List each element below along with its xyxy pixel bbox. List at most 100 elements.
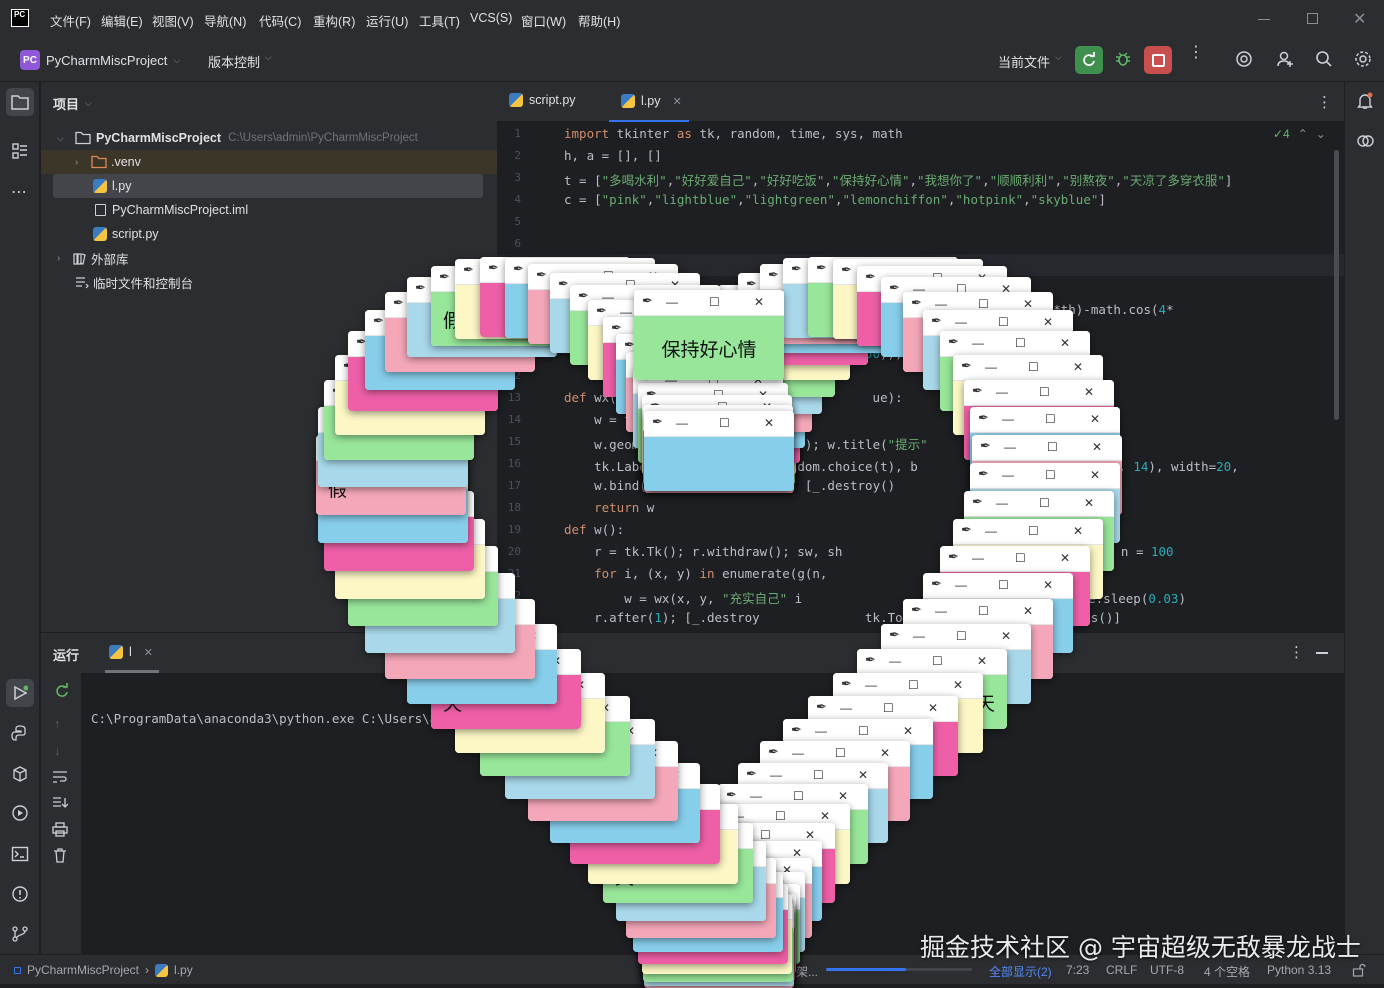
- inspection-widget[interactable]: ✓4 ⌃ ⌄: [1273, 127, 1326, 141]
- menu-item-0[interactable]: 文件(F): [50, 11, 91, 30]
- code-line[interactable]: w = tk.: [564, 412, 647, 427]
- menu-item-9[interactable]: 窗口(W): [521, 11, 566, 30]
- close-window-button[interactable]: ✕: [1353, 9, 1366, 29]
- minimize-panel-icon[interactable]: [1316, 652, 1328, 654]
- git-icon[interactable]: [11, 925, 29, 943]
- trash-icon[interactable]: [52, 848, 68, 863]
- popup-close-icon[interactable]: ✕: [754, 295, 764, 309]
- editor-scrollbar[interactable]: [1334, 150, 1339, 420]
- problems-icon[interactable]: [11, 885, 29, 903]
- code-line[interactable]: h, a = [], []: [564, 148, 662, 163]
- stop-button[interactable]: [1144, 46, 1172, 74]
- code-line[interactable]: r = tk.Tk(); r.withdraw(); sw, sh .winfo…: [564, 544, 1173, 559]
- tree-item-iml[interactable]: PyCharmMiscProject.iml: [41, 198, 497, 222]
- breadcrumb-project[interactable]: PyCharmMiscProject: [27, 963, 139, 977]
- line-number: 1: [514, 127, 521, 140]
- inspection-count: ✓4: [1273, 127, 1290, 141]
- show-all-tasks-link[interactable]: 全部显示(2): [989, 963, 1052, 980]
- python-packages-icon[interactable]: [11, 765, 29, 783]
- notifications-icon[interactable]: [1356, 92, 1374, 110]
- code-line[interactable]: def wx(x, y ue):: [564, 390, 903, 405]
- folder-icon: [91, 155, 107, 169]
- tab-script-py[interactable]: script.py: [509, 93, 576, 107]
- code-line[interactable]: def w():: [564, 522, 624, 537]
- more-actions-icon[interactable]: ⋮: [1188, 45, 1204, 61]
- minimize-button[interactable]: [1258, 19, 1270, 20]
- popup-window-front[interactable]: ✒ — ☐ ✕ 保持好心情: [634, 290, 784, 380]
- file-encoding[interactable]: UTF-8: [1150, 963, 1184, 977]
- tree-item-venv[interactable]: › .venv: [41, 150, 497, 174]
- scroll-down-icon[interactable]: ↓: [54, 743, 61, 758]
- line-number: 6: [514, 237, 521, 250]
- line-separator[interactable]: CRLF: [1106, 963, 1137, 977]
- code-line[interactable]: tk.Label(w, text=tip or random.choice(t)…: [564, 456, 1239, 475]
- terminal-icon[interactable]: [11, 845, 29, 863]
- ai-chat-icon[interactable]: [1356, 132, 1374, 150]
- project-selector[interactable]: PC PyCharmMiscProject ⌵: [20, 49, 180, 71]
- indent-setting[interactable]: 4 个空格: [1204, 963, 1250, 980]
- print-icon[interactable]: [52, 822, 68, 837]
- tree-item-l-py[interactable]: l.py: [53, 174, 483, 198]
- code-line[interactable]: return w: [564, 500, 654, 515]
- structure-tool-icon[interactable]: [11, 142, 29, 160]
- code-line[interactable]: w.bind('<space>', lambda e: [_.destroy()…: [564, 478, 1061, 493]
- lock-icon[interactable]: [1352, 963, 1366, 977]
- code-line[interactable]: w = wx(x, y, "充实自己" i nd(w); r.update();…: [564, 588, 1186, 607]
- close-tab-icon[interactable]: ✕: [672, 95, 681, 108]
- run-more-icon[interactable]: ⋮: [1289, 643, 1304, 661]
- tab-l-py[interactable]: l.py ✕: [609, 82, 689, 122]
- code-line[interactable]: for i, (x, y) in enumerate(g(n,: [564, 566, 827, 581]
- rerun-icon[interactable]: [54, 683, 70, 699]
- tree-item-root[interactable]: ⌵ PyCharmMiscProject C:\Users\admin\PyCh…: [41, 126, 497, 150]
- code-line[interactable]: r.after(1); [_.destroy tk.Toplevel) and …: [564, 610, 1121, 625]
- code-line[interactable]: return: [564, 368, 639, 383]
- code-line[interactable]: c = ["pink","lightblue","lightgreen","le…: [564, 192, 1106, 207]
- menu-item-10[interactable]: 帮助(H): [578, 11, 620, 30]
- breadcrumb-file[interactable]: l.py: [174, 963, 193, 977]
- run-tab[interactable]: l ✕: [105, 633, 159, 673]
- soft-wrap-icon[interactable]: [52, 770, 68, 784]
- python-console-icon[interactable]: [11, 724, 29, 742]
- popup-minimize-icon[interactable]: —: [666, 295, 678, 309]
- scroll-to-end-icon[interactable]: [52, 796, 68, 810]
- menu-item-5[interactable]: 重构(R): [313, 11, 355, 30]
- maximize-button[interactable]: [1307, 13, 1318, 24]
- tree-item-scratches[interactable]: 临时文件和控制台: [41, 270, 497, 294]
- caret-position[interactable]: 7:23: [1066, 963, 1089, 977]
- tree-item-external-libs[interactable]: › 外部库: [41, 246, 497, 270]
- menu-item-2[interactable]: 视图(V): [152, 11, 194, 30]
- tree-item-script-py[interactable]: script.py: [41, 222, 497, 246]
- debug-icon[interactable]: [1114, 50, 1132, 68]
- menu-item-1[interactable]: 编辑(E): [101, 11, 143, 30]
- run-tool-button[interactable]: [6, 679, 34, 707]
- vcs-menu[interactable]: 版本控制 ⌵: [208, 52, 272, 71]
- background-task-label[interactable]: 正在清理框架...: [736, 963, 818, 980]
- run-config-selector[interactable]: 当前文件 ⌵: [998, 52, 1062, 71]
- run-console[interactable]: C:\ProgramData\anaconda3\python.exe C:\U…: [81, 673, 1344, 955]
- code-line[interactable]: t = ["多喝水利","好好爱自己","好好吃饭","保持好心情","我想你了…: [564, 170, 1232, 189]
- add-user-icon[interactable]: [1276, 50, 1294, 68]
- python-interpreter[interactable]: Python 3.13: [1267, 963, 1331, 977]
- editor-more-icon[interactable]: ⋮: [1317, 93, 1332, 111]
- more-tools-icon[interactable]: ⋯: [11, 182, 27, 202]
- menu-item-7[interactable]: 工具(T): [419, 11, 460, 30]
- code-line[interactable]: import tkinter as tk, random, time, sys,…: [564, 126, 903, 141]
- main-toolbar: PC PyCharmMiscProject ⌵ 版本控制 ⌵ 当前文件 ⌵ ⋮: [0, 40, 1384, 82]
- code-line[interactable]: w.geometry(f"150x60+{x}+{y}"); w.title("…: [564, 434, 1101, 453]
- chevron-right-icon: ›: [145, 963, 150, 977]
- menu-item-6[interactable]: 运行(U): [366, 11, 408, 30]
- scroll-up-icon[interactable]: ↑: [54, 716, 61, 731]
- close-tab-icon[interactable]: ✕: [144, 646, 153, 659]
- rerun-button[interactable]: [1075, 46, 1103, 74]
- popup-maximize-icon[interactable]: ☐: [709, 295, 720, 309]
- services-icon[interactable]: [11, 804, 29, 822]
- project-tool-button[interactable]: [6, 88, 34, 116]
- menu-item-4[interactable]: 代码(C): [259, 11, 301, 30]
- menu-item-8[interactable]: VCS(S): [470, 11, 512, 25]
- menu-item-3[interactable]: 导航(N): [204, 11, 246, 30]
- project-panel-header[interactable]: 项目 ⌵: [53, 94, 92, 113]
- app-logo[interactable]: PC: [11, 9, 29, 27]
- ai-assistant-icon[interactable]: [1235, 50, 1253, 68]
- settings-gear-icon[interactable]: [1354, 50, 1372, 68]
- search-icon[interactable]: [1315, 50, 1333, 68]
